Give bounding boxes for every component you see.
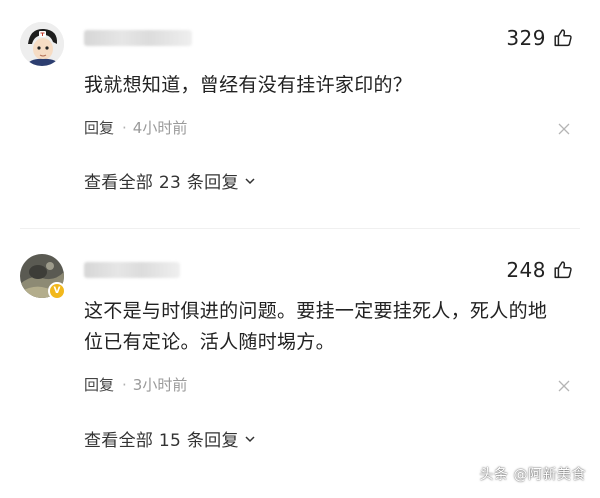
thumbs-up-icon xyxy=(552,27,574,49)
chevron-down-icon xyxy=(243,174,257,188)
like-count: 248 xyxy=(506,258,546,282)
comment-time: 3小时前 xyxy=(132,376,188,394)
chevron-down-icon xyxy=(243,432,257,446)
comment-meta: 回复 · 4小时前 xyxy=(84,117,187,138)
like-button[interactable]: 248 xyxy=(506,258,574,282)
comment-text: 我就想知道，曾经有没有挂许家印的？ xyxy=(84,74,413,96)
close-icon[interactable] xyxy=(558,123,570,135)
verified-badge-icon: V xyxy=(48,282,66,300)
avatar-image xyxy=(20,22,64,66)
thumbs-up-icon xyxy=(552,259,574,281)
view-replies-label: 查看全部 15 条回复 xyxy=(84,431,239,451)
divider xyxy=(20,228,580,229)
username[interactable] xyxy=(84,262,180,278)
comment-text: 这不是与时俱进的问题。要挂一定要挂死人，死人的地位已有定论。活人随时埸方。 xyxy=(84,300,548,353)
view-replies-label: 查看全部 23 条回复 xyxy=(84,173,239,193)
like-count: 329 xyxy=(506,26,546,50)
close-icon[interactable] xyxy=(558,380,570,392)
like-button[interactable]: 329 xyxy=(506,26,574,50)
view-all-replies-button[interactable]: 查看全部 15 条回复 xyxy=(84,426,257,451)
avatar[interactable] xyxy=(20,22,64,66)
view-all-replies-button[interactable]: 查看全部 23 条回复 xyxy=(84,168,257,193)
watermark: 头条 @阿新美食 xyxy=(479,467,586,483)
comment-time: 4小时前 xyxy=(132,119,188,137)
reply-button[interactable]: 回复 xyxy=(84,374,114,395)
reply-button[interactable]: 回复 xyxy=(84,117,114,138)
meta-separator: · xyxy=(122,375,127,394)
meta-separator: · xyxy=(122,118,127,137)
comment-meta: 回复 · 3小时前 xyxy=(84,374,187,395)
username[interactable] xyxy=(84,30,192,46)
